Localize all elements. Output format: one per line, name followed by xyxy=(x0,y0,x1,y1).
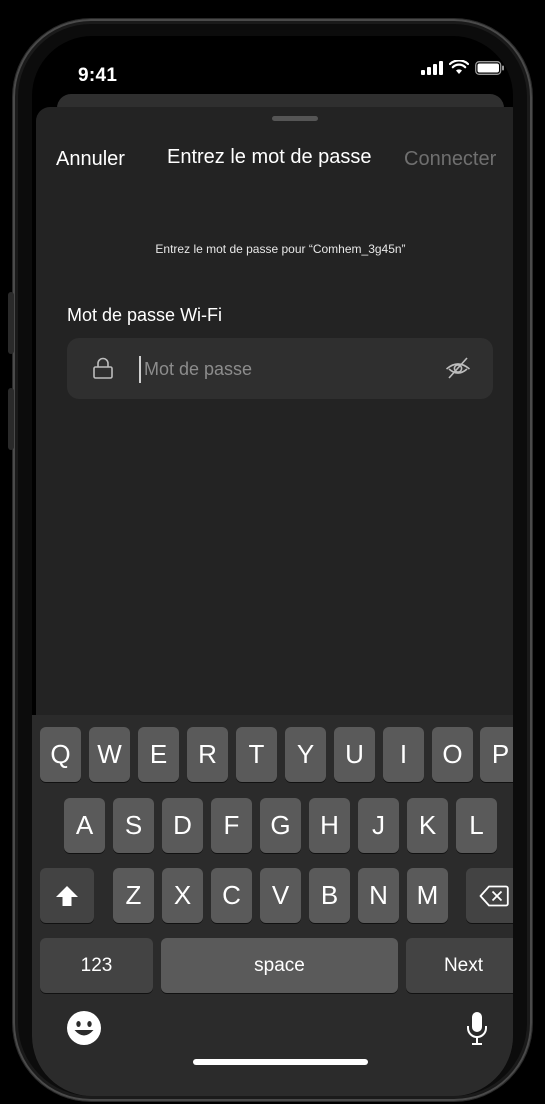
key-g[interactable]: G xyxy=(260,798,301,853)
key-r[interactable]: R xyxy=(187,727,228,782)
cellular-signal-icon xyxy=(421,60,443,75)
shift-icon xyxy=(56,885,78,906)
home-indicator[interactable] xyxy=(193,1059,368,1065)
key-k[interactable]: K xyxy=(407,798,448,853)
battery-icon xyxy=(475,60,504,75)
key-x[interactable]: X xyxy=(162,868,203,923)
key-o[interactable]: O xyxy=(432,727,473,782)
key-i[interactable]: I xyxy=(383,727,424,782)
backspace-icon xyxy=(479,885,509,906)
sheet-title: Entrez le mot de passe xyxy=(167,146,372,168)
next-key[interactable]: Next xyxy=(406,938,513,993)
key-q[interactable]: Q xyxy=(40,727,81,782)
key-a[interactable]: A xyxy=(64,798,105,853)
software-keyboard: Q W E R T Y U I O P A S D F G H J K L Z … xyxy=(32,715,513,1096)
text-cursor xyxy=(139,356,141,383)
cancel-button[interactable]: Annuler xyxy=(56,148,125,171)
key-d[interactable]: D xyxy=(162,798,203,853)
volume-down-button xyxy=(8,388,14,450)
key-m[interactable]: M xyxy=(407,868,448,923)
key-b[interactable]: B xyxy=(309,868,350,923)
key-z[interactable]: Z xyxy=(113,868,154,923)
sheet-navigation-bar: Annuler Entrez le mot de passe Connecter xyxy=(36,143,513,173)
key-u[interactable]: U xyxy=(334,727,375,782)
shift-key[interactable] xyxy=(40,868,94,923)
key-l[interactable]: L xyxy=(456,798,497,853)
screen: 9:41 Annuler Entrez le mot de passe Conn… xyxy=(32,36,513,1096)
key-h[interactable]: H xyxy=(309,798,350,853)
key-f[interactable]: F xyxy=(211,798,252,853)
eye-slash-icon[interactable] xyxy=(445,356,471,380)
status-time: 9:41 xyxy=(78,65,118,86)
numbers-key[interactable]: 123 xyxy=(40,938,153,993)
key-w[interactable]: W xyxy=(89,727,130,782)
sheet-grabber[interactable] xyxy=(272,116,318,121)
key-v[interactable]: V xyxy=(260,868,301,923)
key-c[interactable]: C xyxy=(211,868,252,923)
emoji-icon[interactable] xyxy=(66,1010,102,1046)
key-t[interactable]: T xyxy=(236,727,277,782)
key-e[interactable]: E xyxy=(138,727,179,782)
key-j[interactable]: J xyxy=(358,798,399,853)
space-key[interactable]: space xyxy=(161,938,398,993)
password-field-label: Mot de passe Wi-Fi xyxy=(67,305,223,325)
delete-key[interactable] xyxy=(466,868,513,923)
lock-icon xyxy=(93,357,113,379)
key-y[interactable]: Y xyxy=(285,727,326,782)
status-icons xyxy=(421,60,505,75)
key-n[interactable]: N xyxy=(358,868,399,923)
password-field[interactable] xyxy=(67,338,493,399)
key-s[interactable]: S xyxy=(113,798,154,853)
connect-button[interactable]: Connecter xyxy=(404,148,496,171)
microphone-icon[interactable] xyxy=(465,1011,489,1047)
network-prompt: Entrez le mot de passe pour “Comhem_3g45… xyxy=(155,242,406,256)
wifi-icon xyxy=(449,60,469,74)
volume-up-button xyxy=(8,292,14,354)
password-input[interactable] xyxy=(142,350,436,388)
key-p[interactable]: P xyxy=(480,727,513,782)
